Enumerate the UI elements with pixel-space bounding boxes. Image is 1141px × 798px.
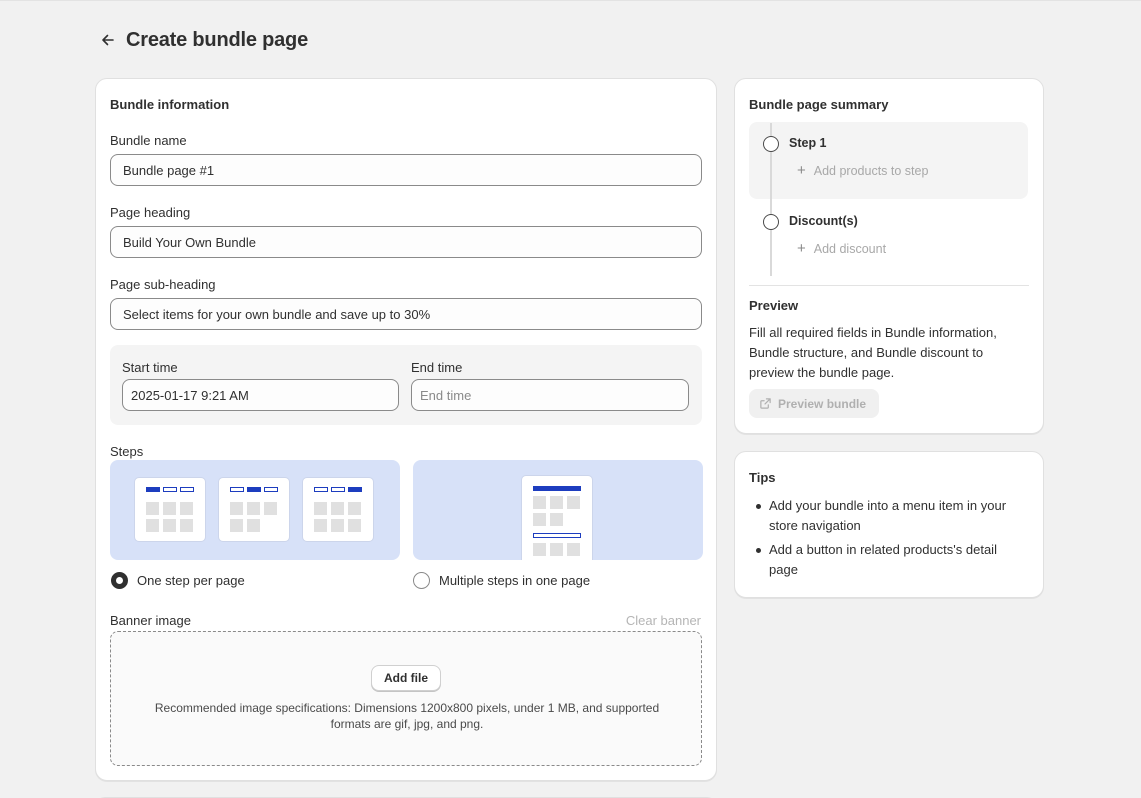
start-time-value: 2025-01-17 9:21 AM [131, 387, 249, 403]
discount-status-circle-icon [763, 214, 779, 230]
bundle-information-title: Bundle information [110, 97, 230, 112]
add-products-label: Add products to step [813, 163, 929, 178]
add-file-button[interactable]: Add file [371, 665, 441, 691]
tip-item: Add your bundle into a menu item in your… [749, 496, 1029, 536]
bundle-name-value: Bundle page #1 [123, 162, 215, 178]
tips-title: Tips [749, 470, 776, 485]
step-1-title: Step 1 [789, 136, 827, 150]
step-page-illustration [135, 478, 205, 541]
banner-hint: Recommended image specifications: Dimens… [154, 701, 660, 731]
multiple-steps-radio[interactable]: Multiple steps in one page [413, 570, 590, 590]
preview-description: Fill all required fields in Bundle infor… [749, 325, 997, 380]
start-time-label: Start time [122, 360, 178, 375]
start-time-input[interactable]: 2025-01-17 9:21 AM [122, 379, 399, 411]
plus-icon: + [797, 240, 806, 257]
end-time-placeholder: End time [420, 387, 472, 403]
one-step-per-page-radio[interactable]: One step per page [111, 570, 245, 590]
external-link-icon [760, 398, 771, 409]
page-heading-label: Page heading [110, 205, 191, 220]
summary-divider [749, 285, 1029, 286]
clear-banner-button[interactable]: Clear banner [626, 613, 701, 628]
page-header: Create bundle page [96, 26, 308, 54]
one-step-per-page-preview[interactable] [110, 460, 400, 560]
banner-dropzone[interactable]: Add file Recommended image specification… [110, 631, 702, 766]
step-status-circle-icon [763, 136, 779, 152]
add-discount-label: Add discount [813, 241, 887, 256]
multiple-steps-preview[interactable] [413, 460, 703, 560]
one-step-per-page-label: One step per page [137, 572, 245, 588]
page-subheading-value: Select items for your own bundle and sav… [123, 306, 431, 322]
bundle-summary-card: Bundle page summary Step 1 + Add product… [734, 78, 1044, 434]
radio-checked-icon [111, 571, 128, 589]
step-1-block [749, 122, 1028, 199]
preview-title: Preview [749, 298, 799, 313]
page-subheading-label: Page sub-heading [110, 277, 216, 292]
end-time-label: End time [411, 360, 463, 375]
end-time-input[interactable]: End time [411, 379, 689, 411]
step-page-illustration [219, 478, 289, 541]
bundle-name-label: Bundle name [110, 133, 187, 148]
plus-icon: + [797, 162, 806, 179]
bundle-name-input[interactable]: Bundle page #1 [110, 154, 702, 186]
preview-bundle-button[interactable]: Preview bundle [749, 389, 879, 418]
discounts-title: Discount(s) [789, 214, 858, 228]
step-page-illustration [303, 478, 373, 541]
page-subheading-input[interactable]: Select items for your own bundle and sav… [110, 298, 702, 330]
summary-title: Bundle page summary [749, 97, 889, 112]
banner-image-label: Banner image [110, 613, 191, 628]
bundle-information-card: Bundle information Bundle name Bundle pa… [95, 78, 717, 781]
steps-label: Steps [110, 444, 144, 459]
add-products-to-step-button[interactable]: + Add products to step [797, 163, 928, 178]
page-heading-value: Build Your Own Bundle [123, 234, 256, 250]
tips-card: Tips Add your bundle into a menu item in… [734, 451, 1044, 598]
arrow-left-icon [102, 34, 114, 46]
multiple-steps-label: Multiple steps in one page [439, 572, 591, 588]
back-button[interactable] [96, 28, 120, 52]
top-divider [0, 0, 1141, 1]
schedule-section: Start time 2025-01-17 9:21 AM End time E… [110, 345, 702, 425]
tips-list: Add your bundle into a menu item in your… [749, 496, 1029, 584]
preview-bundle-label: Preview bundle [778, 396, 867, 411]
tip-item: Add a button in related products's detai… [749, 540, 1029, 580]
page-title: Create bundle page [126, 28, 308, 51]
multi-step-page-illustration [522, 476, 592, 560]
add-discount-button[interactable]: + Add discount [797, 241, 886, 256]
page-heading-input[interactable]: Build Your Own Bundle [110, 226, 702, 258]
radio-unchecked-icon [413, 571, 430, 589]
